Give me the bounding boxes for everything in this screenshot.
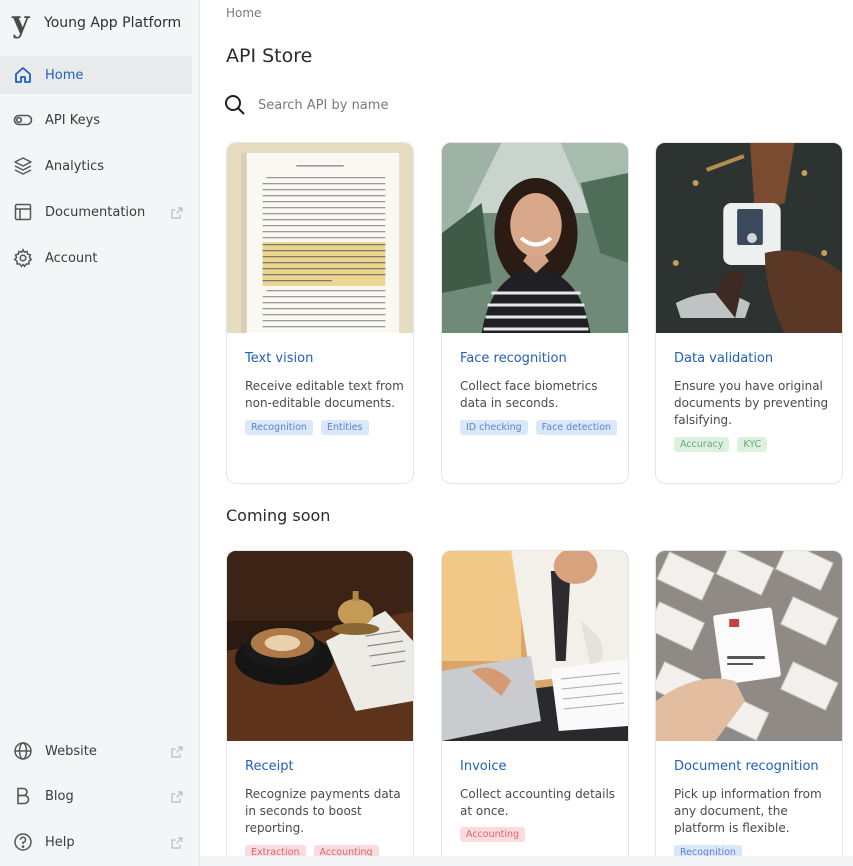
api-card-receipt[interactable]: Receipt Recognize payments data in secon… [226, 550, 414, 866]
api-card-document-recognition[interactable]: Document recognition Pick up information… [655, 550, 843, 866]
card-title[interactable]: Text vision [245, 351, 313, 366]
tag-badge: Entities [320, 420, 369, 435]
page-title: API Store [226, 45, 313, 67]
main-content: Home API Store Search API by name Text v… [200, 0, 853, 866]
sidebar-item-website[interactable]: Website [0, 732, 192, 770]
card-tags: ID checking Face detection [460, 420, 620, 435]
search-bar[interactable] [224, 92, 524, 118]
brand-name: Young App Platform [44, 15, 182, 31]
home-icon [12, 64, 34, 86]
layout-doc-icon [12, 201, 34, 223]
horizontal-scrollbar[interactable] [200, 856, 853, 866]
card-tags: Accounting [460, 827, 620, 842]
document-page-image [227, 143, 413, 333]
search-icon[interactable] [224, 94, 246, 116]
tag-badge: Accounting [460, 827, 526, 842]
sidebar: y Young App Platform Home API Keys Analy… [0, 0, 200, 866]
globe-icon [12, 740, 34, 762]
tag-badge: Face detection [535, 420, 618, 435]
coffee-receipt-image [227, 551, 413, 741]
card-title[interactable]: Face recognition [460, 351, 567, 366]
sidebar-item-label: Website [45, 743, 97, 759]
sidebar-item-label: Help [45, 834, 75, 850]
card-description: Recognize payments data in seconds to bo… [245, 787, 401, 835]
sidebar-item-api-keys[interactable]: API Keys [0, 101, 192, 139]
smiling-woman-image [442, 143, 628, 333]
card-description: Ensure you have original documents by pr… [674, 379, 829, 427]
sidebar-item-home[interactable]: Home [0, 56, 192, 94]
brand-logo: y [12, 5, 30, 40]
app-root: y Young App Platform Home API Keys Analy… [0, 0, 853, 866]
sidebar-item-label: Account [45, 250, 98, 266]
sidebar-item-help[interactable]: Help [0, 823, 192, 861]
toggle-key-icon [12, 109, 34, 131]
blog-b-icon [12, 785, 34, 807]
external-link-icon [170, 744, 184, 758]
sidebar-item-label: Analytics [45, 158, 105, 174]
sidebar-item-label: Blog [45, 788, 74, 804]
card-reader-image [656, 143, 842, 333]
card-title[interactable]: Data validation [674, 351, 773, 366]
boarding-passes-image [656, 551, 842, 741]
brand[interactable]: y Young App Platform [12, 8, 181, 38]
sidebar-item-label: Documentation [45, 204, 146, 220]
card-description: Collect accounting details at once. [460, 787, 616, 818]
external-link-icon [170, 789, 184, 803]
external-link-icon [170, 205, 184, 219]
breadcrumb[interactable]: Home [226, 6, 261, 20]
sidebar-item-account[interactable]: Account [0, 239, 192, 277]
api-card-data-validation[interactable]: Data validation Ensure you have original… [655, 142, 843, 484]
sidebar-item-label: Home [45, 67, 84, 83]
gear-icon [12, 247, 34, 269]
card-title[interactable]: Receipt [245, 759, 294, 774]
api-card-text-vision[interactable]: Text vision Receive editable text from n… [226, 142, 414, 484]
tag-badge: Recognition [245, 420, 313, 435]
card-title[interactable]: Document recognition [674, 759, 819, 774]
help-circle-icon [12, 831, 34, 853]
api-card-invoice[interactable]: Invoice Collect accounting details at on… [441, 550, 629, 866]
external-link-icon [170, 835, 184, 849]
sidebar-item-analytics[interactable]: Analytics [0, 147, 192, 185]
card-tags: Accuracy KYC [674, 437, 834, 452]
businessman-invoice-image [442, 551, 628, 741]
api-card-face-recognition[interactable]: Face recognition Collect face biometrics… [441, 142, 629, 484]
sidebar-item-blog[interactable]: Blog [0, 777, 192, 815]
tag-badge: ID checking [460, 420, 528, 435]
search-input[interactable] [258, 97, 498, 113]
sidebar-item-documentation[interactable]: Documentation [0, 193, 192, 231]
section-title-coming-soon: Coming soon [226, 506, 331, 525]
layers-icon [12, 155, 34, 177]
sidebar-item-label: API Keys [45, 112, 101, 128]
card-description: Receive editable text from non-editable … [245, 379, 404, 410]
tag-badge: KYC [737, 437, 768, 452]
card-tags: Recognition Entities [245, 420, 405, 435]
tag-badge: Accuracy [674, 437, 730, 452]
card-title[interactable]: Invoice [460, 759, 506, 774]
card-description: Pick up information from any document, t… [674, 787, 822, 835]
card-description: Collect face biometrics data in seconds. [460, 379, 598, 410]
